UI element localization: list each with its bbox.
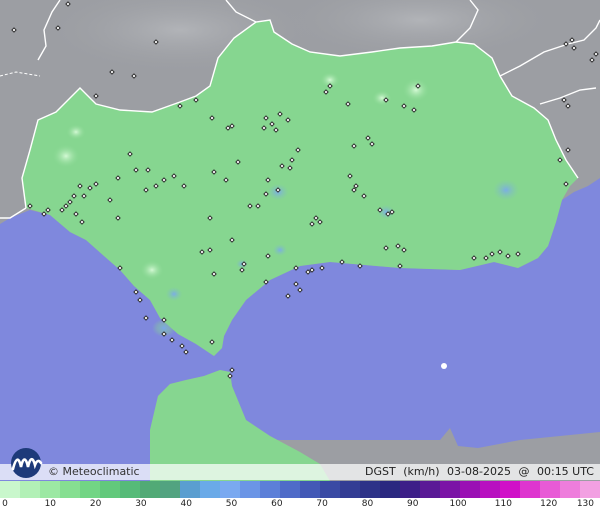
legend-color-swatch <box>280 481 300 498</box>
gust-spot <box>484 172 528 208</box>
weather-map: © Meteoclimatic DGST (km/h) 03-08-2025 @… <box>0 0 600 517</box>
calm-spot <box>140 260 164 280</box>
unit-label: (km/h) <box>403 465 440 478</box>
legend-color-swatch <box>380 481 400 498</box>
legend-tick-label: 40 <box>180 499 192 509</box>
legend-color-swatch <box>400 481 420 498</box>
legend-tick-label: 60 <box>271 499 283 509</box>
legend-tick-label: 130 <box>576 499 594 509</box>
legend-tick-label: 20 <box>89 499 102 509</box>
calm-spot <box>66 124 86 140</box>
legend-color-swatch <box>60 481 80 498</box>
legend-color-swatch <box>40 481 60 498</box>
gust-spot <box>268 240 292 260</box>
legend-tick-label: 10 <box>44 499 57 509</box>
legend-tick-label: 100 <box>449 499 467 509</box>
alboran-island <box>441 363 447 369</box>
legend-color-swatch <box>160 481 180 498</box>
legend-tick-label: 110 <box>494 499 512 509</box>
gust-spot <box>372 200 400 224</box>
legend-color-swatch <box>560 481 580 498</box>
calm-spot <box>372 90 392 106</box>
legend-tick-label: 30 <box>135 499 147 509</box>
legend-color-swatch <box>360 481 380 498</box>
legend-color-swatch <box>580 481 600 498</box>
copyright-text: © Meteoclimatic <box>48 465 140 478</box>
legend-color-swatch <box>180 481 200 498</box>
legend-color-swatch <box>200 481 220 498</box>
legend-tick-label: 0 <box>2 499 8 509</box>
legend-color-swatch <box>420 481 440 498</box>
legend-color-swatch <box>460 481 480 498</box>
legend-color-swatch <box>220 481 240 498</box>
legend-color-swatch <box>320 481 340 498</box>
color-legend: 0 10 20 30 40 50 60 70 80 90 100 110 120 130 <box>0 481 600 517</box>
legend-color-swatch <box>260 481 280 498</box>
legend-color-swatch <box>300 481 320 498</box>
legend-tick-label: 90 <box>407 499 419 509</box>
map-canvas <box>0 0 600 481</box>
meteoclimatic-logo-icon <box>11 448 43 478</box>
legend-color-swatch <box>0 481 20 498</box>
legend-color-swatch <box>500 481 520 498</box>
date-label: 03-08-2025 <box>447 465 511 478</box>
legend-color-swatch <box>520 481 540 498</box>
legend-tick-label: 50 <box>225 499 238 509</box>
legend-color-swatch <box>340 481 360 498</box>
legend-tick-label: 80 <box>361 499 374 509</box>
legend-color-swatch <box>20 481 40 498</box>
legend-color-swatch <box>80 481 100 498</box>
at-symbol: @ <box>518 465 530 478</box>
legend-tick-label: 120 <box>540 499 558 509</box>
legend-color-swatch <box>100 481 120 498</box>
legend-color-swatch <box>480 481 500 498</box>
map-info: DGST (km/h) 03-08-2025 @ 00:15 UTC <box>361 465 594 479</box>
legend-tick-label: 70 <box>316 499 328 509</box>
calm-spot <box>52 144 80 168</box>
legend-color-swatch <box>120 481 140 498</box>
variable-label: DGST <box>364 465 396 478</box>
calm-spot <box>402 78 430 102</box>
legend-color-swatch <box>240 481 260 498</box>
gust-spot <box>160 282 188 306</box>
time-label: 00:15 UTC <box>536 465 594 478</box>
legend-color-swatch <box>540 481 560 498</box>
legend-color-bar <box>0 481 600 498</box>
legend-color-swatch <box>140 481 160 498</box>
legend-color-swatch <box>440 481 460 498</box>
